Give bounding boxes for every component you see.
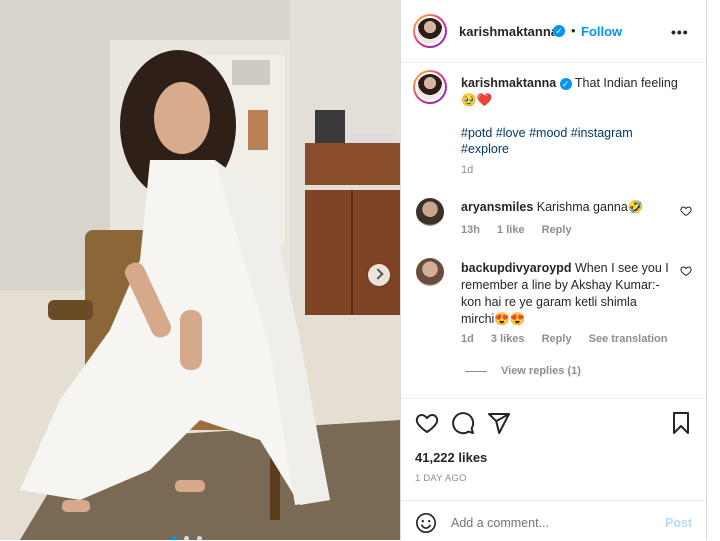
comment-text-line2: remember a line by Akshay Kumar:- xyxy=(461,278,660,292)
action-bar xyxy=(401,398,706,447)
hashtags-line2[interactable]: #explore xyxy=(461,142,509,156)
caption-avatar[interactable] xyxy=(413,70,447,104)
comment-heart-icon[interactable] xyxy=(680,205,692,217)
heart-icon[interactable] xyxy=(415,411,439,435)
follow-button[interactable]: Follow xyxy=(581,24,622,39)
commenter-avatar[interactable] xyxy=(416,198,444,226)
author-avatar[interactable] xyxy=(413,14,447,48)
post-header: karishmaktanna ✓ • Follow ••• xyxy=(401,0,706,63)
comment-composer: Post xyxy=(401,500,706,541)
view-replies-button[interactable]: View replies (1) xyxy=(501,365,581,377)
carousel-dots xyxy=(172,528,202,540)
post-side-panel: karishmaktanna ✓ • Follow ••• karishmakt… xyxy=(400,0,707,540)
caption-age: 1d xyxy=(461,164,474,176)
comment-text-line1: When I see you I xyxy=(574,261,669,275)
verified-icon: ✓ xyxy=(559,77,572,90)
comment-input[interactable] xyxy=(449,513,653,533)
see-translation-button[interactable]: See translation xyxy=(589,333,668,345)
chevron-right-icon xyxy=(372,268,384,280)
caption-emojis: 🥹❤️ xyxy=(461,93,493,107)
view-replies-line xyxy=(465,371,487,372)
comment-text-line3: kon hai re ye garam ketli shimla xyxy=(461,295,637,309)
next-slide-button[interactable] xyxy=(368,264,390,286)
post-photo[interactable] xyxy=(0,0,400,540)
comment-age: 1d xyxy=(461,333,474,345)
caption-username[interactable]: karishmaktanna xyxy=(461,76,556,90)
like-count[interactable]: 41,222 likes xyxy=(415,450,487,465)
photo-illustration xyxy=(0,0,400,540)
bookmark-icon[interactable] xyxy=(669,411,693,435)
carousel-dot xyxy=(196,536,202,540)
comment-text: Karishma ganna🤣 xyxy=(536,200,644,214)
carousel-dot-active xyxy=(172,536,177,540)
emoji-icon[interactable] xyxy=(415,512,437,534)
hashtags-line1[interactable]: #potd #love #mood #instagram xyxy=(461,126,633,140)
post-timestamp: 1 DAY AGO xyxy=(415,473,467,484)
author-username[interactable]: karishmaktanna xyxy=(459,24,558,39)
dot-separator: • xyxy=(571,23,576,38)
comment-username[interactable]: backupdivyaroypd xyxy=(461,261,571,275)
commenter-avatar[interactable] xyxy=(416,258,444,286)
reply-button[interactable]: Reply xyxy=(542,224,572,236)
more-options-icon[interactable]: ••• xyxy=(671,24,689,40)
verified-icon: ✓ xyxy=(553,25,565,37)
comment-likes[interactable]: 3 likes xyxy=(491,333,525,345)
comment-heart-icon[interactable] xyxy=(680,265,692,277)
comment-likes[interactable]: 1 like xyxy=(497,224,525,236)
comment-icon[interactable] xyxy=(451,411,475,435)
comment-text-line4: mirchi😍😍 xyxy=(461,312,526,326)
post-button[interactable]: Post xyxy=(665,516,692,530)
carousel-dot xyxy=(184,536,190,540)
share-icon[interactable] xyxy=(487,411,511,435)
reply-button[interactable]: Reply xyxy=(542,333,572,345)
caption-text: That Indian feeling xyxy=(574,76,678,90)
comment-username[interactable]: aryansmiles xyxy=(461,200,533,214)
comment-age: 13h xyxy=(461,224,480,236)
